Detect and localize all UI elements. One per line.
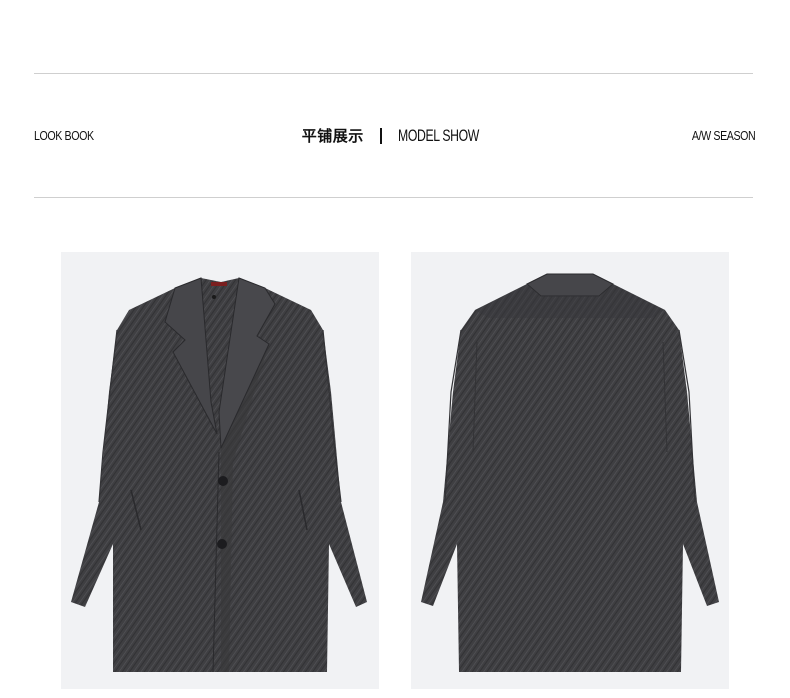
season-label: A/W SEASON xyxy=(691,128,756,143)
coat-front-image xyxy=(61,252,379,689)
section-title-cn: 平铺展示 xyxy=(301,127,364,145)
section-title: 平铺展示 MODEL SHOW xyxy=(0,125,790,146)
top-divider xyxy=(34,73,753,74)
bottom-divider xyxy=(34,197,753,198)
section-title-en: MODEL SHOW xyxy=(397,125,479,145)
title-separator xyxy=(379,127,382,144)
coat-back-image xyxy=(411,252,729,689)
